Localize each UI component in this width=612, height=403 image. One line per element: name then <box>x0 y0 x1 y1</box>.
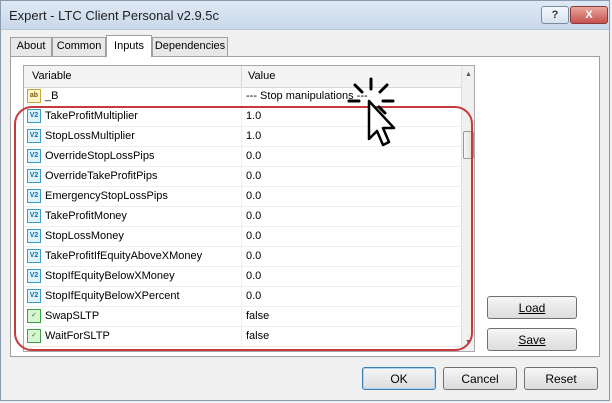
variable-value[interactable]: 0.0 <box>246 290 261 302</box>
table-row[interactable]: V2 StopLossMoney 0.0 <box>24 227 461 247</box>
cell-divider <box>241 187 242 207</box>
variable-name: OverrideStopLossPips <box>45 150 155 162</box>
column-header-value[interactable]: Value <box>248 70 275 82</box>
table-row[interactable]: V2 StopIfEquityBelowXMoney 0.0 <box>24 267 461 287</box>
ok-button[interactable]: OK <box>362 367 436 390</box>
cell-divider <box>241 267 242 287</box>
variable-value[interactable]: 0.0 <box>246 210 261 222</box>
inputs-grid: Variable Value ab _B --- Stop manipulation… <box>23 65 475 352</box>
table-row[interactable]: ✓ WaitForSLTP false <box>24 327 461 347</box>
variable-value[interactable]: 1.0 <box>246 110 261 122</box>
tab-inputs[interactable]: Inputs <box>106 35 152 57</box>
variable-name: TakeProfitMultiplier <box>45 110 138 122</box>
save-button[interactable]: Save <box>487 328 577 351</box>
cell-divider <box>241 247 242 267</box>
variable-name: EmergencyStopLossPips <box>45 190 168 202</box>
numeric-variable-icon: V2 <box>27 109 41 123</box>
variable-value[interactable]: 0.0 <box>246 150 261 162</box>
table-row[interactable]: V2 OverrideTakeProfitPips 0.0 <box>24 167 461 187</box>
cell-divider <box>241 127 242 147</box>
boolean-variable-icon: ✓ <box>27 309 41 323</box>
cell-divider <box>241 307 242 327</box>
variable-value[interactable]: 0.0 <box>246 250 261 262</box>
table-row[interactable]: V2 StopIfEquityBelowXPercent 0.0 <box>24 287 461 307</box>
variable-name: TakeProfitMoney <box>45 210 127 222</box>
cell-divider <box>241 107 242 127</box>
variable-value[interactable]: 0.0 <box>246 270 261 282</box>
variable-name: OverrideTakeProfitPips <box>45 170 158 182</box>
title-bar[interactable]: Expert - LTC Client Personal v2.9.5c ? X <box>1 1 609 30</box>
variable-value[interactable]: 1.0 <box>246 130 261 142</box>
variable-value[interactable]: false <box>246 310 269 322</box>
table-row[interactable]: ✓ SwapSLTP false <box>24 307 461 327</box>
variable-value[interactable]: 0.0 <box>246 170 261 182</box>
numeric-variable-icon: V2 <box>27 149 41 163</box>
vertical-scrollbar[interactable]: ▲ ▼ <box>461 66 474 351</box>
variable-name: StopIfEquityBelowXMoney <box>45 270 175 282</box>
scroll-down-icon[interactable]: ▼ <box>463 336 474 349</box>
variable-name: WaitForSLTP <box>45 330 110 342</box>
cell-divider <box>241 87 242 107</box>
cell-divider <box>241 327 242 347</box>
variable-value[interactable]: 0.0 <box>246 190 261 202</box>
help-button[interactable]: ? <box>541 6 569 24</box>
mouse-cursor-icon <box>347 77 396 147</box>
variable-name: SwapSLTP <box>45 310 100 322</box>
numeric-variable-icon: V2 <box>27 249 41 263</box>
cell-divider <box>241 147 242 167</box>
help-icon: ? <box>551 9 559 21</box>
variable-name: StopIfEquityBelowXPercent <box>45 290 180 302</box>
cell-divider <box>241 227 242 247</box>
table-row[interactable]: V2 EmergencyStopLossPips 0.0 <box>24 187 461 207</box>
scroll-up-icon[interactable]: ▲ <box>463 68 474 81</box>
column-divider[interactable] <box>241 66 242 87</box>
cell-divider <box>241 287 242 307</box>
close-button[interactable]: X <box>570 6 608 24</box>
load-button-label: Load <box>518 300 546 315</box>
cell-divider <box>241 167 242 187</box>
numeric-variable-icon: V2 <box>27 269 41 283</box>
load-button[interactable]: Load <box>487 296 577 319</box>
tab-dependencies[interactable]: Dependencies <box>152 37 228 56</box>
numeric-variable-icon: V2 <box>27 209 41 223</box>
table-row[interactable]: V2 TakeProfitIfEquityAboveXMoney 0.0 <box>24 247 461 267</box>
boolean-variable-icon: ✓ <box>27 329 41 343</box>
tab-common[interactable]: Common <box>52 37 106 56</box>
variable-value[interactable]: false <box>246 330 269 342</box>
variable-name: _B <box>45 90 59 102</box>
tab-about[interactable]: About <box>10 37 52 56</box>
column-header-variable[interactable]: Variable <box>32 70 72 82</box>
numeric-variable-icon: V2 <box>27 169 41 183</box>
cancel-button[interactable]: Cancel <box>443 367 517 390</box>
window-title: Expert - LTC Client Personal v2.9.5c <box>9 8 220 23</box>
variable-name: TakeProfitIfEquityAboveXMoney <box>45 250 203 262</box>
reset-button[interactable]: Reset <box>524 367 598 390</box>
numeric-variable-icon: V2 <box>27 289 41 303</box>
numeric-variable-icon: V2 <box>27 189 41 203</box>
variable-value[interactable]: 0.0 <box>246 230 261 242</box>
string-variable-icon: ab <box>27 89 41 103</box>
save-button-label: Save <box>518 332 546 347</box>
cell-divider <box>241 207 242 227</box>
variable-name: StopLossMoney <box>45 230 124 242</box>
numeric-variable-icon: V2 <box>27 229 41 243</box>
table-row[interactable]: V2 TakeProfitMoney 0.0 <box>24 207 461 227</box>
scroll-thumb[interactable] <box>463 131 474 159</box>
numeric-variable-icon: V2 <box>27 129 41 143</box>
variable-name: StopLossMultiplier <box>45 130 135 142</box>
close-icon: X <box>585 9 593 21</box>
